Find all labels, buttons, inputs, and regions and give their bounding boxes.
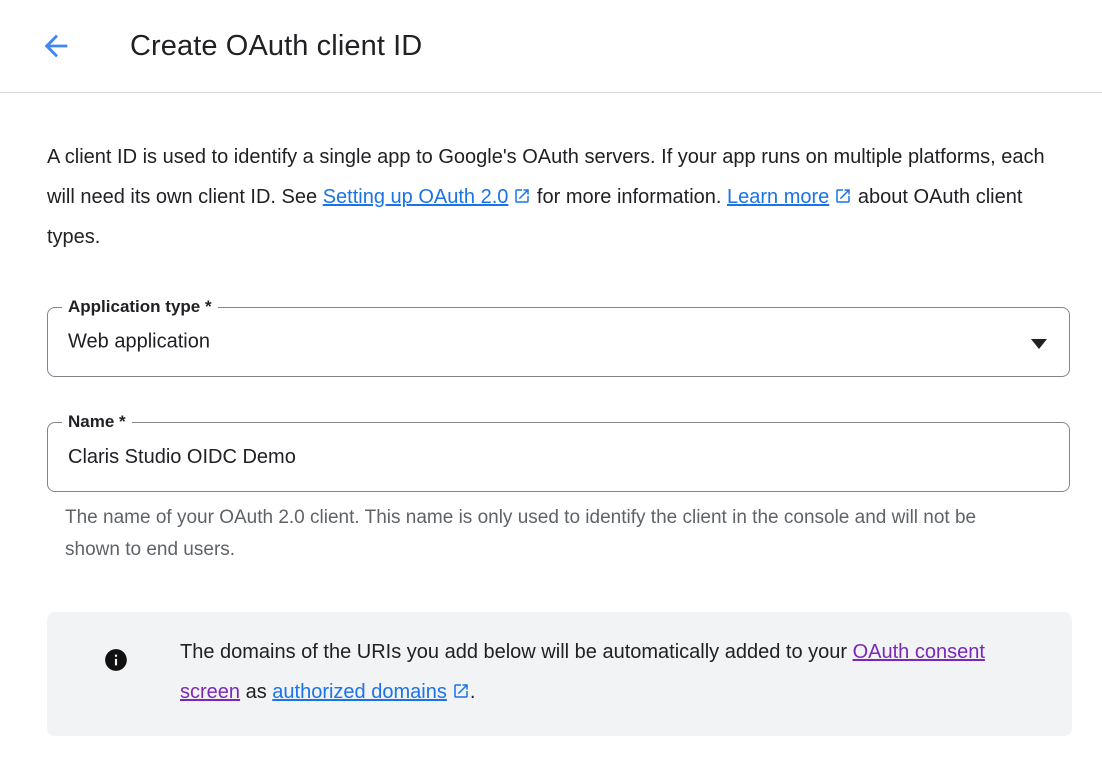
name-field: Name * [47, 422, 1070, 492]
info-icon [103, 647, 129, 673]
name-input[interactable] [48, 423, 1069, 491]
application-type-label: Application type * [62, 296, 218, 318]
application-type-value: Web application [68, 331, 210, 354]
authorized-domains-link[interactable]: authorized domains [272, 681, 470, 703]
external-link-icon [452, 682, 470, 700]
application-type-select[interactable]: Application type * Web application [47, 307, 1070, 377]
setting-up-oauth-link[interactable]: Setting up OAuth 2.0 [323, 186, 532, 208]
back-button[interactable] [36, 26, 76, 66]
external-link-icon [834, 187, 852, 205]
arrow-back-icon [39, 29, 73, 63]
name-helper-text: The name of your OAuth 2.0 client. This … [65, 502, 990, 566]
banner-text: The domains of the URIs you add below wi… [180, 632, 1000, 712]
intro-paragraph: A client ID is used to identify a single… [47, 137, 1059, 257]
external-link-icon [513, 187, 531, 205]
dropdown-caret-icon [1031, 339, 1047, 349]
intro-text: for more information. [531, 186, 727, 208]
page-header: Create OAuth client ID [0, 0, 1102, 93]
info-banner: The domains of the URIs you add below wi… [47, 612, 1072, 736]
main-content: A client ID is used to identify a single… [0, 137, 1102, 736]
learn-more-link[interactable]: Learn more [727, 186, 852, 208]
page-title: Create OAuth client ID [130, 30, 422, 63]
